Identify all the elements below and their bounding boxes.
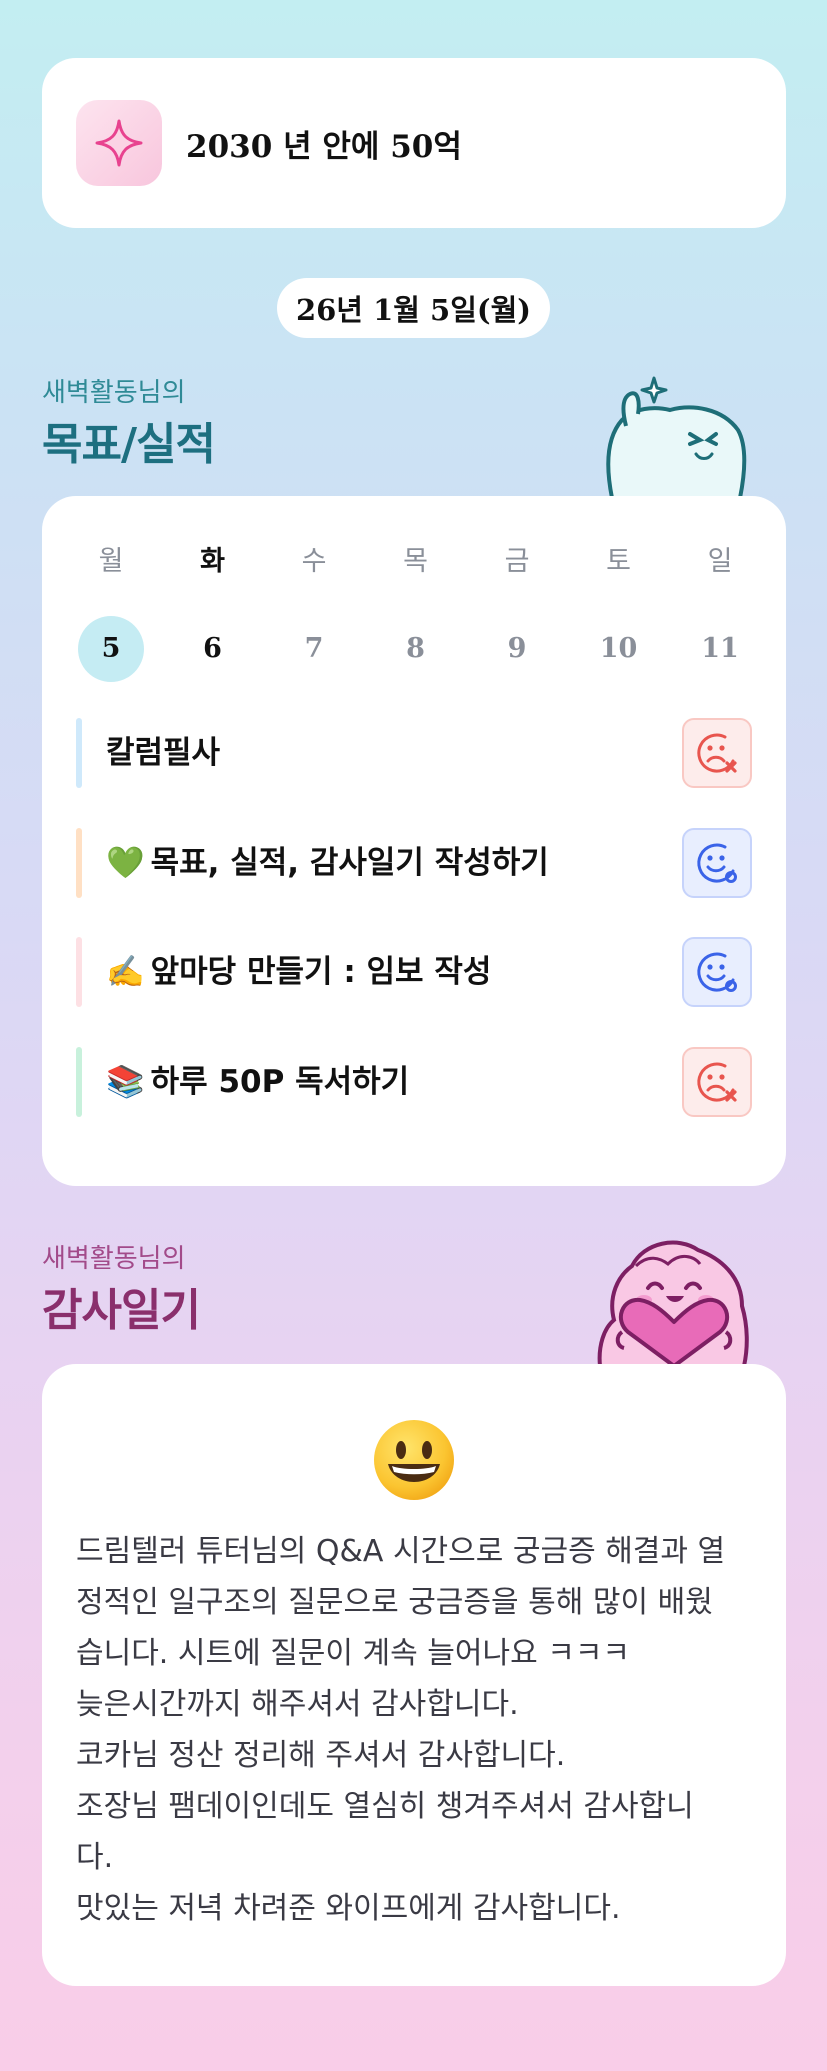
day-월[interactable]: 월5 <box>76 542 146 682</box>
weekday-label: 목 <box>403 546 428 577</box>
date-number[interactable]: 7 <box>281 616 347 682</box>
task-emoji: ✍️ <box>106 954 145 990</box>
sad-face-x-icon[interactable] <box>682 1047 752 1117</box>
gratitude-section-title: 감사일기 <box>42 1285 201 1336</box>
gratitude-line: 맛있는 저녁 차려준 와이프에게 감사합니다. <box>76 1891 621 1926</box>
goal-text: 2030 년 안에 50억 <box>186 128 462 165</box>
sad-face-x-icon[interactable] <box>682 718 752 788</box>
task-emoji: 💚 <box>106 845 145 881</box>
task-text: 앞마당 만들기 : 임보 작성 <box>150 954 492 990</box>
weekday-label: 일 <box>707 546 733 577</box>
date-number[interactable]: 11 <box>687 616 753 682</box>
blue-mascot-icon <box>592 368 752 500</box>
gratitude-card: 드림텔러 튜터님의 Q&A 시간으로 궁금증 해결과 열정적인 일구조의 질문으… <box>42 1364 786 1986</box>
task-color-bar <box>76 828 82 898</box>
day-수[interactable]: 수7 <box>279 542 349 682</box>
gratitude-line: 드림텔러 튜터님의 Q&A 시간으로 궁금증 해결과 열 <box>76 1534 726 1569</box>
day-목[interactable]: 목8 <box>381 542 451 682</box>
task-label: ✍️ 앞마당 만들기 : 임보 작성 <box>106 937 491 1007</box>
task-label: 칼럼필사 <box>106 718 220 788</box>
date-number[interactable]: 5 <box>78 616 144 682</box>
date-number[interactable]: 9 <box>484 616 550 682</box>
task-row[interactable]: ✍️ 앞마당 만들기 : 임보 작성 <box>76 937 752 1007</box>
gratitude-text: 드림텔러 튜터님의 Q&A 시간으로 궁금증 해결과 열정적인 일구조의 질문으… <box>76 1526 756 1934</box>
task-emoji: 📚 <box>106 1064 145 1100</box>
task-color-bar <box>76 718 82 788</box>
smile-face-check-icon[interactable] <box>682 937 752 1007</box>
grinning-face-icon <box>42 1418 786 1506</box>
day-토[interactable]: 토 10 <box>584 542 654 682</box>
goals-card: 월 5 화 6 수 7 목 8 금 9 토 10 일 11 칼럼필사 💚 목표, 실적, 감사일기 작성하기 ✍… <box>42 496 786 1186</box>
weekday-label: 금 <box>504 546 530 577</box>
goals-section-title: 목표/실적 <box>42 419 216 470</box>
gratitude-line: 습니다. 시트에 질문이 계속 늘어나요 ㅋㅋㅋ <box>76 1636 631 1671</box>
task-label: 📚 하루 50P 독서하기 <box>106 1047 409 1117</box>
date-pill: 26년 1월 5일(월) <box>277 278 550 338</box>
gratitude-line: 정적인 일구조의 질문으로 궁금증을 통해 많이 배웠 <box>76 1585 713 1620</box>
task-label: 💚 목표, 실적, 감사일기 작성하기 <box>106 828 549 898</box>
gratitude-line: 조장님 팸데이인데도 열심히 챙겨주셔서 감사합니 <box>76 1789 694 1824</box>
task-text: 목표, 실적, 감사일기 작성하기 <box>150 845 549 881</box>
weekday-label: 월 <box>98 546 124 577</box>
goals-section-subtitle: 새벽활동님의 <box>42 378 186 408</box>
gratitude-line: 늦은시간까지 해주셔서 감사합니다. <box>76 1687 519 1722</box>
goal-card: 2030 년 안에 50억 <box>42 58 786 228</box>
task-text: 하루 50P 독서하기 <box>150 1064 410 1100</box>
task-row[interactable]: 📚 하루 50P 독서하기 <box>76 1047 752 1117</box>
task-color-bar <box>76 937 82 1007</box>
weekday-label: 수 <box>301 546 327 577</box>
task-color-bar <box>76 1047 82 1117</box>
gratitude-line: 다. <box>76 1840 114 1875</box>
date-number[interactable]: 10 <box>586 616 652 682</box>
weekday-label: 토 <box>606 546 631 577</box>
day-일[interactable]: 일 11 <box>685 542 755 682</box>
pink-mascot-icon <box>592 1236 752 1368</box>
task-row[interactable]: 칼럼필사 <box>76 718 752 788</box>
weekday-label: 화 <box>200 546 225 577</box>
day-화[interactable]: 화6 <box>178 542 248 682</box>
sparkle-icon <box>76 100 162 186</box>
day-금[interactable]: 금9 <box>482 542 552 682</box>
gratitude-section-subtitle: 새벽활동님의 <box>42 1244 186 1274</box>
smile-face-check-icon[interactable] <box>682 828 752 898</box>
gratitude-line: 코카님 정산 정리해 주셔서 감사합니다. <box>76 1738 566 1773</box>
date-number[interactable]: 8 <box>383 616 449 682</box>
task-row[interactable]: 💚 목표, 실적, 감사일기 작성하기 <box>76 828 752 898</box>
task-text: 칼럼필사 <box>106 735 221 771</box>
date-number[interactable]: 6 <box>180 616 246 682</box>
